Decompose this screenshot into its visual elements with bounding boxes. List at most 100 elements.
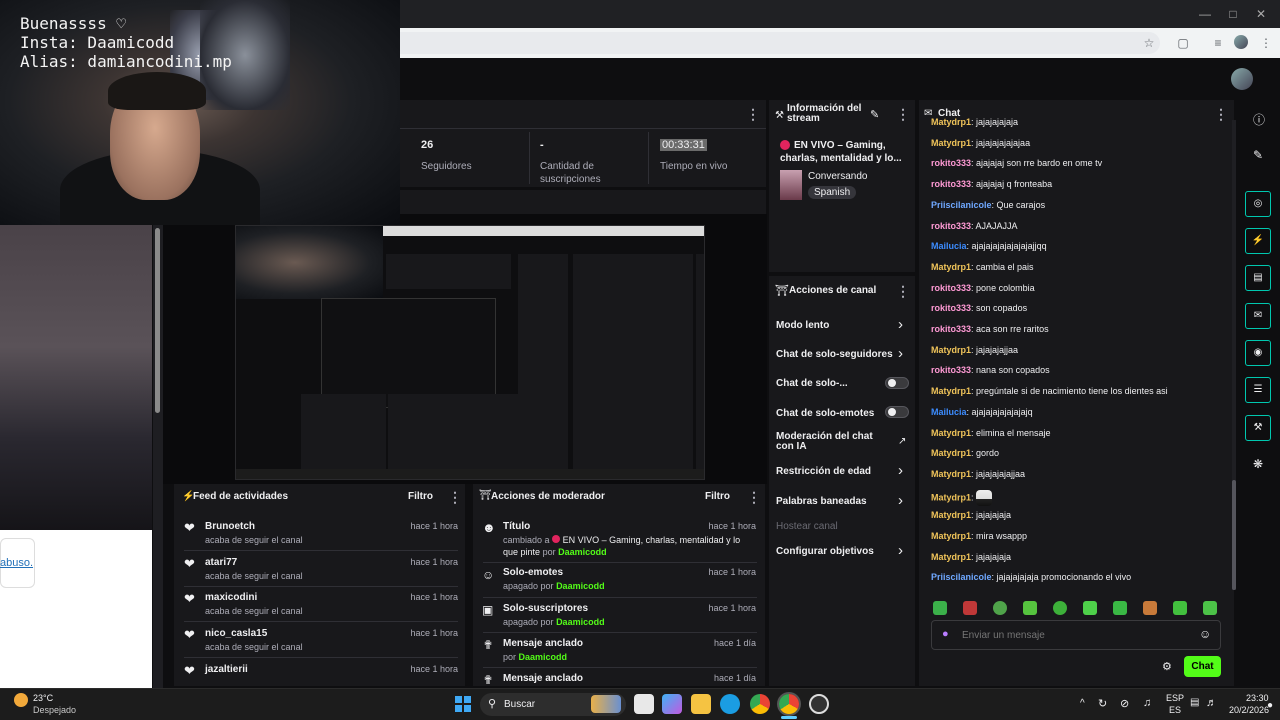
- notifications-icon[interactable]: ●: [1267, 700, 1273, 711]
- task-view-icon[interactable]: [634, 694, 654, 714]
- chat-username[interactable]: Matydrp1: [931, 428, 971, 438]
- chat-username[interactable]: Matydrp1: [931, 469, 971, 479]
- emote-5-icon[interactable]: [1053, 601, 1067, 615]
- age-restriction-item[interactable]: Restricción de edad: [776, 466, 871, 477]
- emote-3-icon[interactable]: [993, 601, 1007, 615]
- edge-icon[interactable]: [720, 694, 740, 714]
- chevron-right-icon[interactable]: ›: [898, 462, 903, 479]
- mod-user[interactable]: Daamicodd: [558, 547, 607, 557]
- chat-username[interactable]: Matydrp1: [931, 492, 971, 502]
- emote-7-icon[interactable]: [1113, 601, 1127, 615]
- chat-username[interactable]: Mailucia: [931, 407, 967, 417]
- chevron-right-icon[interactable]: ›: [898, 492, 903, 509]
- category-name[interactable]: Conversando: [808, 171, 867, 182]
- chevron-right-icon[interactable]: ›: [898, 316, 903, 333]
- rail-wrench-icon[interactable]: ⚒: [1245, 415, 1271, 441]
- clock-date[interactable]: 20/2/2026: [1229, 705, 1269, 715]
- chat-username[interactable]: Matydrp1: [931, 510, 971, 520]
- tray-mic-icon[interactable]: ♫: [1143, 697, 1151, 709]
- slow-mode-item[interactable]: Modo lento: [776, 320, 829, 331]
- chat-username[interactable]: Priiscilanicole: [931, 200, 992, 210]
- emote-2-icon[interactable]: [963, 601, 977, 615]
- search-label[interactable]: Buscar: [504, 699, 535, 710]
- chat-username[interactable]: rokito333: [931, 158, 971, 168]
- rail-doc-icon[interactable]: ▤: [1245, 265, 1271, 291]
- emote-9-icon[interactable]: [1173, 601, 1187, 615]
- address-bar[interactable]: [400, 32, 1160, 54]
- rail-bolt-icon[interactable]: ⚡: [1245, 228, 1271, 254]
- stats-more-icon[interactable]: ⋮: [746, 106, 760, 123]
- activity-more-icon[interactable]: ⋮: [448, 489, 462, 506]
- feed-user[interactable]: maxicodini: [205, 592, 257, 603]
- chat-username[interactable]: Matydrp1: [931, 138, 971, 148]
- goals-item[interactable]: Configurar objetivos: [776, 546, 874, 557]
- subs-only-toggle[interactable]: [885, 377, 909, 389]
- stream-preview-video[interactable]: [235, 225, 705, 480]
- feed-user[interactable]: nico_casla15: [205, 628, 267, 639]
- mod-more-icon[interactable]: ⋮: [747, 489, 761, 506]
- tray-app-icon[interactable]: ⊘: [1120, 697, 1129, 710]
- mod-user[interactable]: Daamicodd: [519, 652, 568, 662]
- chevron-right-icon[interactable]: ›: [898, 542, 903, 559]
- tray-sync-icon[interactable]: ↻: [1098, 697, 1107, 710]
- reading-list-icon[interactable]: ≡: [1210, 35, 1226, 51]
- copilot-icon[interactable]: [662, 694, 682, 714]
- clock-time[interactable]: 23:30: [1246, 693, 1269, 703]
- feed-user[interactable]: jazaltierii: [205, 664, 248, 675]
- chrome-icon[interactable]: [750, 694, 770, 714]
- weather-desc[interactable]: Despejado: [33, 705, 76, 715]
- chat-username[interactable]: Matydrp1: [931, 448, 971, 458]
- category-thumbnail[interactable]: [780, 170, 802, 200]
- user-avatar[interactable]: [1231, 68, 1253, 90]
- chat-username[interactable]: rokito333: [931, 324, 971, 334]
- profile-avatar[interactable]: [1234, 35, 1248, 49]
- keyboard-layout[interactable]: ES: [1169, 705, 1181, 715]
- chat-username[interactable]: rokito333: [931, 221, 971, 231]
- weather-sun-icon[interactable]: [14, 693, 28, 707]
- chat-username[interactable]: rokito333: [931, 179, 971, 189]
- chat-input[interactable]: [962, 626, 1187, 644]
- chat-username[interactable]: Mailucia: [931, 241, 967, 251]
- close-icon[interactable]: ✕: [1246, 4, 1276, 24]
- emoji-picker-icon[interactable]: ☺: [1199, 627, 1211, 641]
- banned-words-item[interactable]: Palabras baneadas: [776, 496, 867, 507]
- menu-dots-icon[interactable]: ⋮: [1258, 35, 1274, 51]
- chat-scroll-thumb[interactable]: [1232, 480, 1236, 590]
- extensions-icon[interactable]: ▢: [1175, 35, 1191, 51]
- chat-username[interactable]: rokito333: [931, 365, 971, 375]
- obs-icon[interactable]: [809, 694, 829, 714]
- rail-chat-icon[interactable]: ✉: [1245, 303, 1271, 329]
- ai-moderation-item[interactable]: Moderación del chat con IA: [776, 432, 891, 452]
- rail-list-icon[interactable]: ☰: [1245, 377, 1271, 403]
- chat-username[interactable]: Matydrp1: [931, 386, 971, 396]
- chrome-active-icon[interactable]: [779, 694, 799, 714]
- chat-username[interactable]: Matydrp1: [931, 345, 971, 355]
- emote-4-icon[interactable]: [1023, 601, 1037, 615]
- volume-icon[interactable]: ♬: [1206, 697, 1217, 709]
- minimize-icon[interactable]: —: [1190, 4, 1220, 24]
- followers-only-item[interactable]: Chat de solo-seguidores: [776, 349, 893, 360]
- feed-user[interactable]: Brunoetch: [205, 521, 255, 532]
- chat-username[interactable]: Matydrp1: [931, 552, 971, 562]
- chat-username[interactable]: Matydrp1: [931, 262, 971, 272]
- network-icon[interactable]: ▤: [1190, 697, 1199, 708]
- chat-username[interactable]: rokito333: [931, 283, 971, 293]
- chat-username[interactable]: Priiscilanicole: [931, 572, 992, 582]
- input-language[interactable]: ESP: [1166, 693, 1184, 703]
- rail-broadcast-icon[interactable]: ◉: [1245, 340, 1271, 366]
- emote-1-icon[interactable]: [933, 601, 947, 615]
- mic-icon[interactable]: ●: [942, 628, 949, 640]
- bookmark-star-icon[interactable]: ☆: [1141, 35, 1157, 51]
- activity-filter-button[interactable]: Filtro: [408, 491, 433, 502]
- file-explorer-icon[interactable]: [691, 694, 711, 714]
- chevron-right-icon[interactable]: ›: [898, 345, 903, 362]
- chat-username[interactable]: Matydrp1: [931, 117, 971, 127]
- tray-chevron-icon[interactable]: ^: [1080, 698, 1085, 709]
- maximize-icon[interactable]: □: [1218, 4, 1248, 24]
- abuse-link[interactable]: abuso.: [0, 557, 33, 569]
- apps-icon[interactable]: ❋: [1253, 457, 1263, 471]
- emote-10-icon[interactable]: [1203, 601, 1217, 615]
- channel-actions-more-icon[interactable]: ⋮: [896, 283, 910, 300]
- chat-username[interactable]: Matydrp1: [931, 531, 971, 541]
- settings-gear-icon[interactable]: ⚙: [1162, 660, 1172, 673]
